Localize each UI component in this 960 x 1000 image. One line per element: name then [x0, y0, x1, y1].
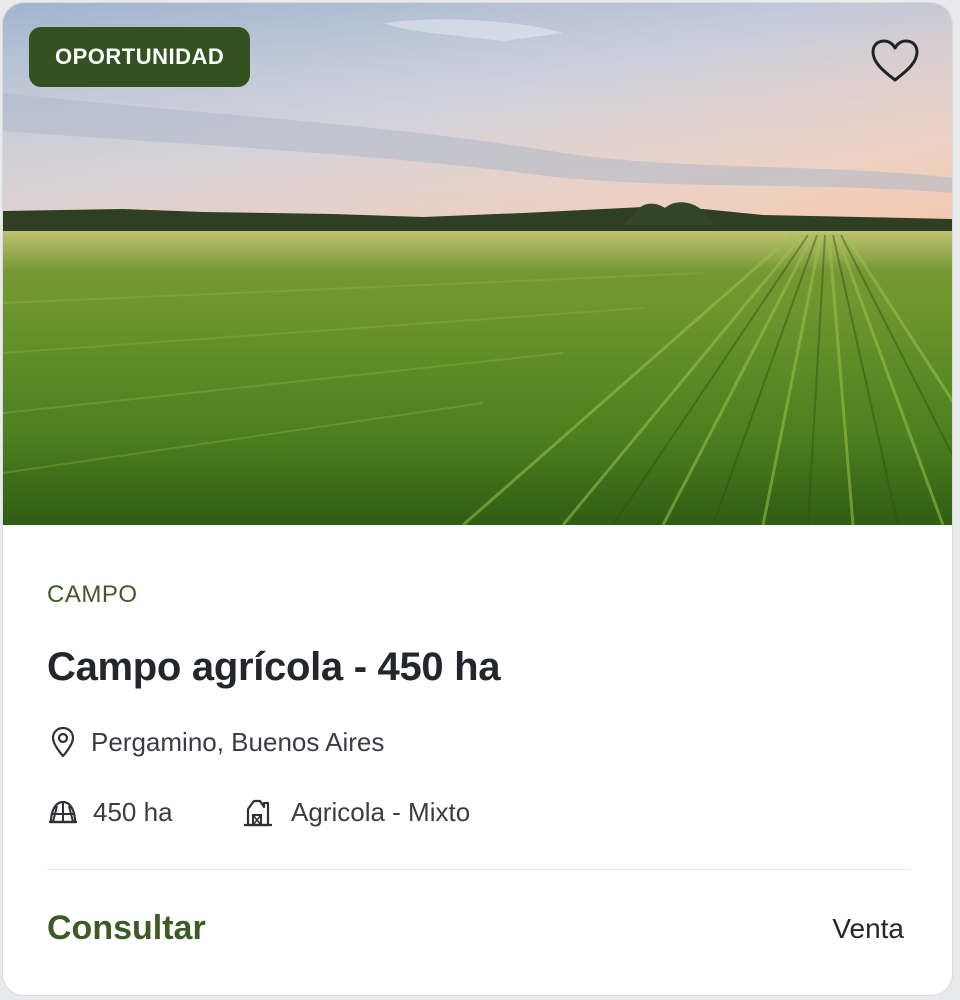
property-title: Campo agrícola - 450 ha: [47, 645, 501, 689]
field-icon: [47, 795, 79, 829]
property-card[interactable]: OPORTUNIDAD CAMPO Campo agrícola - 450 h…: [2, 2, 953, 996]
opportunity-badge: OPORTUNIDAD: [29, 27, 251, 87]
type-text: Agricola - Mixto: [291, 796, 471, 827]
operation-type: Venta: [832, 913, 904, 944]
area-text: 450 ha: [93, 796, 173, 827]
location-row: Pergamino, Buenos Aires: [47, 725, 384, 759]
property-category: CAMPO: [47, 581, 138, 608]
badge-label: OPORTUNIDAD: [55, 44, 225, 69]
heart-icon: [871, 39, 919, 82]
map-pin-icon: [47, 725, 79, 759]
property-photo[interactable]: OPORTUNIDAD: [3, 3, 952, 525]
barn-icon: [241, 795, 275, 829]
location-text: Pergamino, Buenos Aires: [91, 726, 385, 757]
divider: [47, 869, 911, 870]
area-row: 450 ha: [47, 795, 173, 829]
consult-price-link[interactable]: Consultar: [47, 909, 206, 948]
favorite-button[interactable]: [867, 33, 923, 89]
type-row: Agricola - Mixto: [241, 795, 470, 829]
